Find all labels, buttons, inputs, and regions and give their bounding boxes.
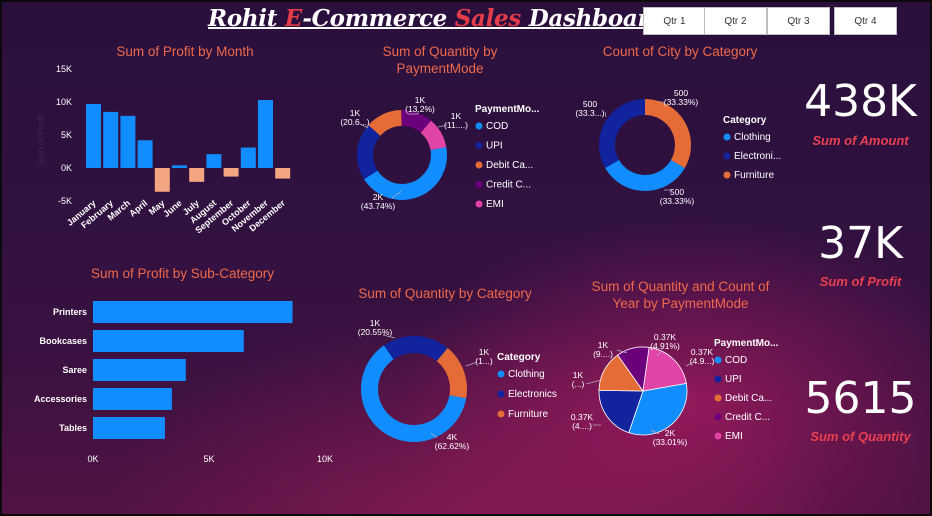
city-by-category-plot: 500(33.33%)500(33.3...)500(33.33%)Catego… xyxy=(575,88,781,206)
city-category-legend-marker xyxy=(723,171,731,179)
subcategory-tick-label: Printers xyxy=(53,307,87,317)
quantity-category-data-label: (1...) xyxy=(475,356,493,366)
year-paymentmode-legend-label: EMI xyxy=(725,431,743,442)
city-category-leader-line xyxy=(604,111,607,118)
month-profit-bar xyxy=(240,147,256,168)
month-y-axis-label: Sum of Profit xyxy=(36,113,46,166)
year-paymentmode-legend-marker xyxy=(714,375,722,383)
year-paymentmode-legend-title: PaymentMo... xyxy=(714,338,779,349)
year-paymentmode-legend-marker xyxy=(714,356,722,364)
paymentmode-legend-marker xyxy=(475,161,483,169)
city-category-legend-label: Furniture xyxy=(734,170,774,181)
month-y-tick-label: -5K xyxy=(58,196,72,206)
month-profit-bar xyxy=(86,103,101,168)
quantity-category-legend-marker xyxy=(497,370,505,378)
year-paymentmode-data-label: (9....) xyxy=(593,349,613,359)
year-paymentmode-data-label: (4.9...) xyxy=(690,356,715,366)
subcategory-profit-bar xyxy=(93,301,293,323)
month-profit-bar xyxy=(206,154,222,168)
subcategory-tick-label: Bookcases xyxy=(39,336,87,346)
paymentmode-data-label: (43.74%) xyxy=(361,201,396,211)
subcategory-x-tick-label: 0K xyxy=(87,454,98,464)
subcategory-profit-bar xyxy=(93,359,186,381)
subcategory-tick-label: Accessories xyxy=(34,394,87,404)
paymentmode-legend-marker xyxy=(475,142,483,149)
paymentmode-legend-title: PaymentMo... xyxy=(475,104,540,115)
year-paymentmode-pie-slice xyxy=(642,346,687,392)
quantity-category-legend-marker xyxy=(497,410,505,418)
month-y-tick-label: 0K xyxy=(61,163,72,173)
month-profit-bar xyxy=(154,168,170,192)
quantity-category-legend-title: Category xyxy=(497,352,541,363)
year-paymentmode-legend-marker xyxy=(714,394,722,402)
city-category-legend-marker xyxy=(723,152,731,160)
paymentmode-data-label: (20.6...) xyxy=(340,117,369,127)
month-profit-bar xyxy=(103,111,119,168)
year-paymentmode-data-label: (33.01%) xyxy=(653,437,688,447)
month-profit-bar xyxy=(275,168,291,179)
city-category-data-label: (33.3...) xyxy=(575,108,604,118)
month-x-tick-label: June xyxy=(161,198,184,219)
year-paymentmode-legend-label: Debit Ca... xyxy=(725,393,772,404)
paymentmode-legend-marker xyxy=(475,122,483,130)
month-profit-bar xyxy=(258,100,273,168)
month-profit-bar xyxy=(137,140,153,168)
year-paymentmode-data-label: (4.91%) xyxy=(650,341,680,351)
quantity-year-paymentmode-plot: 2K(33.01%)1K(...)1K(9....)0.37K(4.91%)0.… xyxy=(571,332,779,447)
month-profit-bar xyxy=(120,115,136,168)
city-category-donut-slice xyxy=(599,99,645,168)
month-y-tick-label: 5K xyxy=(61,130,72,140)
paymentmode-legend-label: COD xyxy=(486,121,508,132)
subcategory-x-tick-label: 10K xyxy=(317,454,333,464)
month-y-tick-label: 10K xyxy=(56,97,72,107)
city-category-donut-slice xyxy=(645,99,691,168)
paymentmode-legend-label: UPI xyxy=(486,141,503,152)
year-paymentmode-leader-line xyxy=(585,379,602,385)
city-category-legend-label: Clothing xyxy=(734,132,771,143)
year-paymentmode-legend-label: Credit C... xyxy=(725,412,770,423)
city-category-legend-title: Category xyxy=(723,115,767,126)
city-category-data-label: (33.33%) xyxy=(664,97,699,107)
subcategory-tick-label: Tables xyxy=(59,423,87,433)
month-profit-bar xyxy=(189,168,205,182)
city-category-legend-label: Electroni... xyxy=(734,151,781,162)
subcategory-tick-label: Saree xyxy=(62,365,87,375)
month-y-tick-label: 15K xyxy=(56,64,72,74)
paymentmode-legend-marker xyxy=(475,200,483,208)
quantity-category-legend-marker xyxy=(497,390,505,398)
subcategory-profit-bar xyxy=(93,388,172,410)
paymentmode-data-label: (11....) xyxy=(444,120,468,130)
paymentmode-data-label: (13.2%) xyxy=(405,104,435,114)
quantity-by-paymentmode-plot: 2K(43.74%)1K(20.6...)1K(13.2%)1K(11....)… xyxy=(340,95,539,211)
quantity-category-data-label: (62.62%) xyxy=(435,441,470,451)
year-paymentmode-data-label: (...) xyxy=(572,379,585,389)
paymentmode-legend-label: Credit C... xyxy=(486,180,531,191)
subcategory-profit-bar xyxy=(93,330,244,352)
paymentmode-legend-label: Debit Ca... xyxy=(486,160,533,171)
profit-by-month-chart: 15K10K5K0K-5KSum of ProfitJanuaryFebruar… xyxy=(34,64,781,464)
year-paymentmode-legend-label: COD xyxy=(725,355,747,366)
paymentmode-legend-label: EMI xyxy=(486,199,504,210)
quantity-category-donut-slice xyxy=(383,336,448,362)
quantity-category-legend-label: Electronics xyxy=(508,389,557,400)
quantity-by-category-plot: 4K(62.62%)1K(20.55%)1K(1...) CategoryClot… xyxy=(358,318,557,451)
year-paymentmode-legend-marker xyxy=(714,432,722,440)
subcategory-profit-bar xyxy=(93,417,165,439)
dashboard: Rohit E-Commerce Sales Dashboard Qtr 1 Q… xyxy=(0,0,932,516)
quantity-category-data-label: (20.55%) xyxy=(358,327,393,337)
year-paymentmode-legend-marker xyxy=(714,413,722,421)
year-paymentmode-legend-label: UPI xyxy=(725,374,742,385)
profit-by-subcategory-plot: Printers Bookcases Saree Accessories Tables 0… xyxy=(34,301,333,464)
quantity-category-legend-label: Furniture xyxy=(508,409,548,420)
month-profit-bar xyxy=(172,165,187,168)
paymentmode-legend-marker xyxy=(475,181,483,188)
profit-by-month-plot: 15K10K5K0K-5KSum of ProfitJanuaryFebruar… xyxy=(36,64,291,235)
city-category-legend-marker xyxy=(723,133,731,141)
month-x-tick-label: April xyxy=(127,198,149,219)
city-category-data-label: (33.33%) xyxy=(660,196,695,206)
subcategory-x-tick-label: 5K xyxy=(203,454,214,464)
year-paymentmode-data-label: (4....) xyxy=(572,421,592,431)
month-profit-bar xyxy=(223,168,239,177)
quantity-category-legend-label: Clothing xyxy=(508,369,545,380)
